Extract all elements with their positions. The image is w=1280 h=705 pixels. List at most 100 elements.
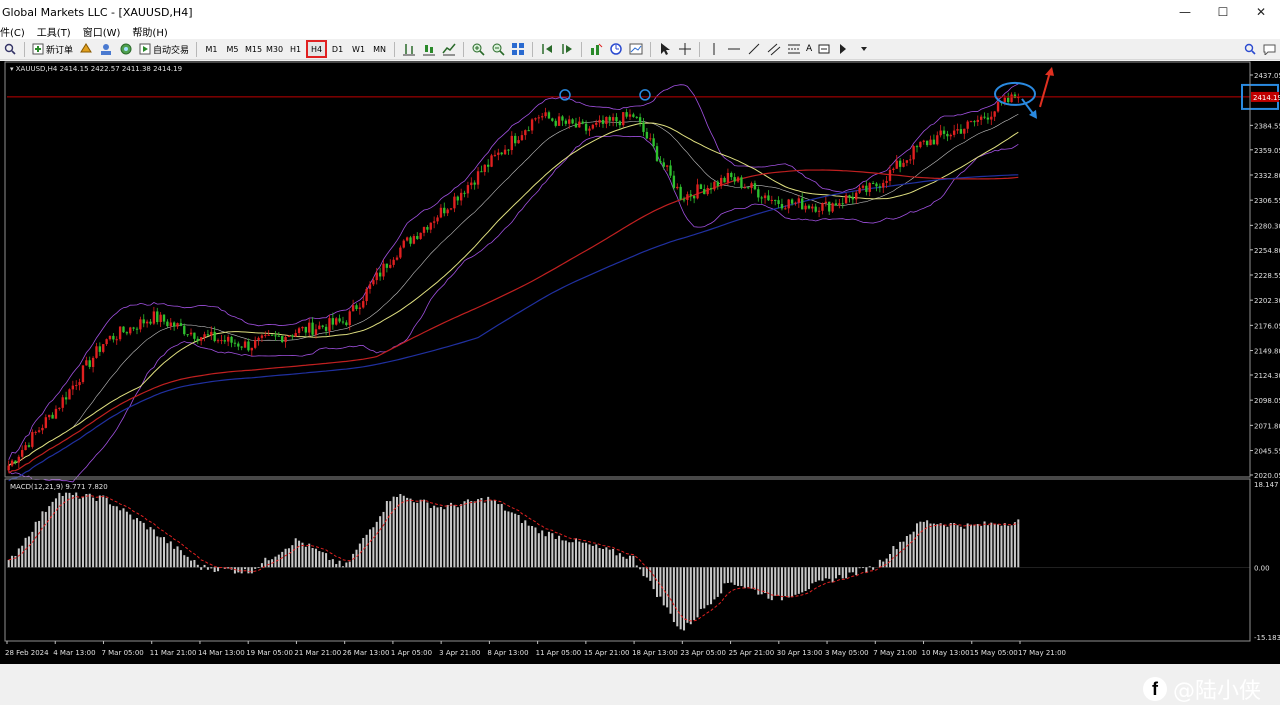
candle-body [956,129,959,131]
timeframe-m30[interactable]: M30 [264,40,285,58]
candle-body [642,122,645,132]
candle-body [142,319,145,324]
crosshair-icon[interactable] [677,41,693,57]
candle-body [841,203,844,205]
candle-body [240,346,243,348]
zoom-in-icon[interactable] [470,41,486,57]
timeframe-h4[interactable]: H4 [306,40,328,58]
candle-body [774,199,777,201]
candle-body [537,117,541,119]
timeframe-d1[interactable]: D1 [327,40,348,58]
periods-icon[interactable] [608,41,624,57]
candle-body [659,160,662,163]
candle-body [949,134,952,137]
chevron-down-icon[interactable] [856,41,872,57]
candle-body [885,180,888,183]
candlestick-chart-icon[interactable] [421,41,437,57]
new-order-button[interactable]: 新订单 [29,43,76,56]
minimize-button[interactable]: — [1166,0,1204,24]
candle-body [703,189,706,195]
timeframe-h1[interactable]: H1 [285,40,306,58]
close-button[interactable]: ✕ [1242,0,1280,24]
candle-body [973,121,976,123]
candle-body [341,321,345,323]
candle-body [17,456,21,463]
chart-window[interactable]: 2437.05 2384.55 2359.05 2332.80 2306.55 2280.… [0,61,1280,704]
candle-body [699,184,703,190]
candle-body [990,116,993,120]
candle-body [95,346,98,358]
candle-body [993,111,996,117]
top-marker-1 [559,89,571,101]
search-icon[interactable] [1242,41,1258,57]
candle-body [385,263,389,268]
candle-body [574,123,578,128]
candle-body [311,322,314,335]
maximize-button[interactable]: ☐ [1204,0,1242,24]
templates-icon[interactable] [628,41,644,57]
text-tool-button[interactable]: A [804,40,814,58]
time-axis-label: 4 Mar 13:00 [53,649,95,657]
candle-body [1010,94,1013,103]
candle-body [37,430,41,432]
candle-body [541,116,544,118]
tile-windows-icon[interactable] [510,41,526,57]
candle-body [750,183,753,188]
candle-body [41,427,44,431]
candle-body [122,326,125,333]
candle-body [686,194,689,200]
candle-body [922,140,925,142]
candle-body [584,123,588,131]
candle-body [1013,94,1017,99]
line-chart-icon[interactable] [441,41,457,57]
menu-help[interactable]: 帮助(H) [128,24,175,39]
candle-body [871,183,875,185]
timeframe-mn[interactable]: MN [369,40,390,58]
candle-body [216,340,220,342]
text-label-icon[interactable] [816,41,832,57]
candle-body [581,121,584,124]
timeframe-w1[interactable]: W1 [348,40,369,58]
cursor-icon[interactable] [657,41,673,57]
channel-icon[interactable] [766,41,782,57]
price-chart[interactable]: 2437.05 2384.55 2359.05 2332.80 2306.55 2280.… [0,61,1280,664]
indicators-icon[interactable] [588,41,604,57]
candle-body [183,325,186,335]
globe-icon[interactable] [118,41,134,57]
arrows-icon[interactable] [836,41,852,57]
bar-chart-icon[interactable] [401,41,417,57]
autoscroll-icon[interactable] [539,41,555,57]
candle-body [912,146,915,160]
timeframe-m5[interactable]: M5 [222,40,243,58]
trendline-icon[interactable] [746,41,762,57]
menu-window[interactable]: 窗口(W) [79,24,129,39]
candle-body [898,160,902,167]
candle-body [811,206,814,209]
candle-body [517,140,520,144]
candle-body [530,119,534,131]
candle-body [493,154,497,156]
candle-body [746,187,750,189]
new-order-label: 新订单 [46,45,74,56]
candle-body [125,332,129,334]
ma-fast-line [8,122,1019,466]
fibonacci-icon[interactable] [786,41,802,57]
timeframe-m15[interactable]: M15 [243,40,264,58]
menu-tools[interactable]: 工具(T) [33,24,79,39]
auto-trade-button[interactable]: 自动交易 [136,43,192,56]
chart-shift-icon[interactable] [559,41,575,57]
vertical-line-icon[interactable] [706,41,722,57]
timeframe-m1[interactable]: M1 [201,40,222,58]
candle-body [608,116,611,121]
candle-body [929,139,932,146]
candle-body [297,328,301,334]
zoom-chart-icon[interactable] [2,41,18,57]
time-axis-label: 26 Mar 13:00 [343,649,390,657]
market-watch-icon[interactable] [98,41,114,57]
expert-icon[interactable] [78,41,94,57]
menu-file[interactable]: 件(C) [0,24,33,39]
chat-icon[interactable] [1262,41,1278,57]
zoom-out-icon[interactable] [490,41,506,57]
horizontal-line-icon[interactable] [726,41,742,57]
candle-body [54,408,58,419]
